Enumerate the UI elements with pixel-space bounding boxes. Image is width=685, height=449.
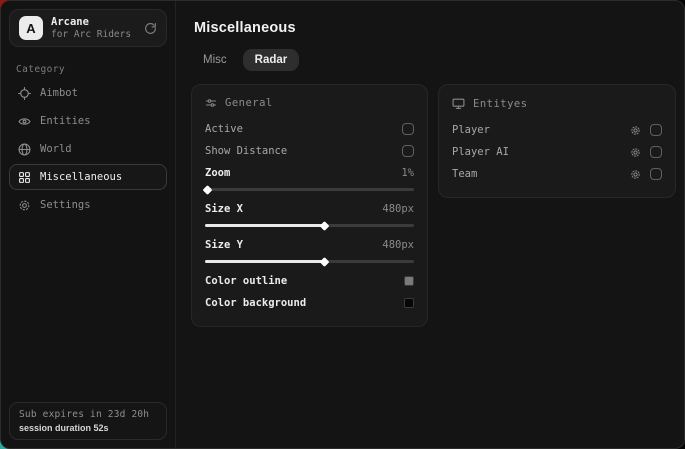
entities-panel-header: Entityes — [452, 97, 662, 110]
slider-thumb[interactable] — [203, 185, 213, 195]
toggle-label: Active — [205, 123, 243, 135]
tab-radar[interactable]: Radar — [243, 49, 300, 71]
session-duration-text: session duration 52s — [19, 423, 157, 433]
slider-value: 480px — [382, 203, 414, 215]
monitor-icon — [452, 97, 465, 110]
toggle-label: Show Distance — [205, 145, 287, 157]
grid-icon — [18, 171, 31, 184]
refresh-icon[interactable] — [144, 22, 157, 35]
sidebar-item-label: World — [40, 143, 72, 155]
color-row-background: Color background — [205, 292, 414, 314]
panels: General Active Show Distance Zoom 1% — [191, 84, 676, 327]
entity-label: Player AI — [452, 146, 630, 158]
app-subtitle: for Arc Riders — [51, 29, 131, 41]
sidebar-item-label: Miscellaneous — [40, 171, 122, 183]
slider-value: 1% — [401, 167, 414, 179]
category-label: Category — [16, 64, 175, 75]
entity-row-team: Team — [452, 163, 662, 185]
player-ai-checkbox[interactable] — [650, 146, 662, 158]
logo-card: A Arcane for Arc Riders — [9, 9, 167, 47]
slider-row-size-x: Size X 480px — [205, 198, 414, 220]
team-checkbox[interactable] — [650, 168, 662, 180]
color-label: Color outline — [205, 275, 287, 287]
background-color-swatch[interactable] — [404, 298, 414, 308]
slider-label: Size Y — [205, 239, 243, 251]
main-content: Miscellaneous Misc Radar Gene — [176, 1, 685, 448]
sub-expiry-text: Sub expires in 23d 20h — [19, 409, 157, 420]
slider-fill — [205, 260, 324, 263]
tab-misc[interactable]: Misc — [191, 49, 239, 71]
zoom-slider[interactable] — [205, 188, 414, 191]
slider-row-size-y: Size Y 480px — [205, 234, 414, 256]
slider-thumb[interactable] — [320, 221, 330, 231]
crosshair-icon — [18, 87, 31, 100]
slider-fill — [205, 224, 324, 227]
active-checkbox[interactable] — [402, 123, 414, 135]
entity-label: Player — [452, 124, 630, 136]
color-row-outline: Color outline — [205, 270, 414, 292]
gear-icon — [18, 199, 31, 212]
sidebar-item-miscellaneous[interactable]: Miscellaneous — [9, 164, 167, 190]
gear-icon[interactable] — [630, 169, 641, 180]
general-panel-title: General — [225, 97, 273, 109]
sidebar-item-aimbot[interactable]: Aimbot — [9, 80, 167, 106]
app-title: Arcane — [51, 16, 131, 29]
entities-panel-title: Entityes — [473, 98, 528, 110]
size-x-slider[interactable] — [205, 224, 414, 227]
sidebar-item-label: Aimbot — [40, 87, 78, 99]
eye-icon — [18, 115, 31, 128]
general-panel: General Active Show Distance Zoom 1% — [191, 84, 428, 327]
subscription-info: Sub expires in 23d 20h session duration … — [9, 402, 167, 440]
sidebar-item-label: Entities — [40, 115, 91, 127]
slider-label: Zoom — [205, 167, 230, 179]
player-checkbox[interactable] — [650, 124, 662, 136]
app-logo: A — [19, 16, 43, 40]
slider-label: Size X — [205, 203, 243, 215]
entity-label: Team — [452, 168, 630, 180]
show-distance-checkbox[interactable] — [402, 145, 414, 157]
logo-text: Arcane for Arc Riders — [51, 16, 131, 41]
gear-icon[interactable] — [630, 125, 641, 136]
size-y-slider[interactable] — [205, 260, 414, 263]
sidebar-nav: Aimbot Entities Wo — [1, 80, 175, 218]
slider-thumb[interactable] — [320, 257, 330, 267]
general-panel-header: General — [205, 97, 414, 109]
page-title: Miscellaneous — [194, 20, 676, 36]
gear-icon[interactable] — [630, 147, 641, 158]
sidebar-item-entities[interactable]: Entities — [9, 108, 167, 134]
color-label: Color background — [205, 297, 306, 309]
slider-fill — [205, 188, 207, 191]
tab-bar: Misc Radar — [191, 49, 676, 71]
sidebar-item-settings[interactable]: Settings — [9, 192, 167, 218]
globe-icon — [18, 143, 31, 156]
slider-value: 480px — [382, 239, 414, 251]
entities-panel: Entityes Player Player AI — [438, 84, 676, 198]
toggle-row-active: Active — [205, 118, 414, 140]
outline-color-swatch[interactable] — [404, 276, 414, 286]
sliders-icon — [205, 97, 217, 109]
desktop-background: A Arcane for Arc Riders Category — [0, 0, 685, 449]
sidebar-item-label: Settings — [40, 199, 91, 211]
entity-row-player-ai: Player AI — [452, 141, 662, 163]
sidebar: A Arcane for Arc Riders Category — [1, 1, 176, 448]
app-window: A Arcane for Arc Riders Category — [0, 0, 685, 449]
sidebar-item-world[interactable]: World — [9, 136, 167, 162]
toggle-row-show-distance: Show Distance — [205, 140, 414, 162]
slider-row-zoom: Zoom 1% — [205, 162, 414, 184]
entity-row-player: Player — [452, 119, 662, 141]
